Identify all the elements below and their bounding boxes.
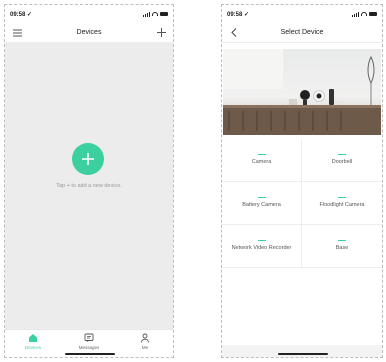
home-indicator (65, 353, 115, 355)
status-bar: 09:58 ✓ (222, 5, 382, 23)
devices-empty-area: Tap + to add a new device. (5, 43, 173, 329)
signal-icon (143, 11, 150, 17)
device-type-nvr[interactable]: Network Video Recorder (222, 225, 302, 268)
page-title: Devices (76, 29, 102, 36)
nav-spacer (364, 27, 376, 39)
tab-messages[interactable]: Messages (69, 333, 109, 350)
doorbell-icon (338, 153, 346, 156)
status-bar: 09:58 ✓ (5, 5, 173, 23)
device-type-label: Network Video Recorder (231, 245, 292, 252)
hero-image (223, 49, 381, 135)
tab-me[interactable]: Me (125, 333, 165, 350)
device-type-floodlight-camera[interactable]: Floodlight Camera (302, 182, 382, 225)
plus-icon (156, 28, 166, 37)
nav-bar: Select Device (222, 23, 382, 43)
plus-icon (82, 153, 94, 165)
menu-button[interactable] (11, 27, 23, 39)
floodlight-camera-icon (338, 196, 346, 199)
device-type-doorbell[interactable]: Doorbell (302, 139, 382, 182)
empty-state-hint: Tap + to add a new device. (56, 183, 122, 189)
signal-icon (352, 11, 359, 17)
camera-icon (257, 153, 266, 156)
device-type-label: Floodlight Camera (319, 202, 365, 209)
tab-label: Devices (24, 345, 41, 350)
status-time: 09:58 ✓ (227, 11, 250, 18)
device-type-label: Doorbell (331, 159, 353, 166)
device-type-label: Camera (251, 159, 272, 166)
battery-camera-icon (257, 196, 266, 199)
device-type-grid: Camera Doorbell Battery Camera Floodligh… (222, 139, 382, 268)
bottom-area (222, 345, 382, 357)
back-button[interactable] (228, 27, 240, 39)
tab-devices[interactable]: Devices (13, 333, 53, 350)
status-icons (352, 11, 377, 17)
device-type-label: Battery Camera (242, 202, 281, 209)
device-type-camera[interactable]: Camera (222, 139, 302, 182)
tab-label: Me (141, 345, 149, 350)
wifi-icon (361, 12, 367, 16)
tab-label: Messages (78, 345, 100, 350)
home-indicator (278, 353, 328, 355)
message-icon (84, 333, 94, 342)
device-type-label: Base (335, 245, 349, 252)
nvr-icon (257, 239, 266, 242)
battery-icon (369, 12, 377, 16)
device-type-base[interactable]: Base (302, 225, 382, 268)
living-room-illustration (223, 49, 381, 135)
nav-bar: Devices (5, 23, 173, 43)
chevron-left-icon (231, 28, 237, 37)
status-icons (143, 11, 168, 17)
home-icon (29, 334, 37, 342)
add-device-fab[interactable] (72, 143, 104, 175)
menu-icon (12, 29, 22, 36)
base-icon (338, 239, 346, 242)
person-icon (141, 333, 149, 343)
page-title: Select Device (280, 29, 324, 36)
wifi-icon (152, 12, 158, 16)
battery-icon (160, 12, 168, 16)
add-device-button[interactable] (155, 27, 167, 39)
device-type-battery-camera[interactable]: Battery Camera (222, 182, 302, 225)
select-device-screen: 09:58 ✓ Select Device Camera Doorbell Ba… (221, 4, 383, 358)
status-time: 09:58 ✓ (10, 11, 33, 18)
devices-screen: 09:58 ✓ Devices Tap + to add a new devic… (4, 4, 174, 358)
